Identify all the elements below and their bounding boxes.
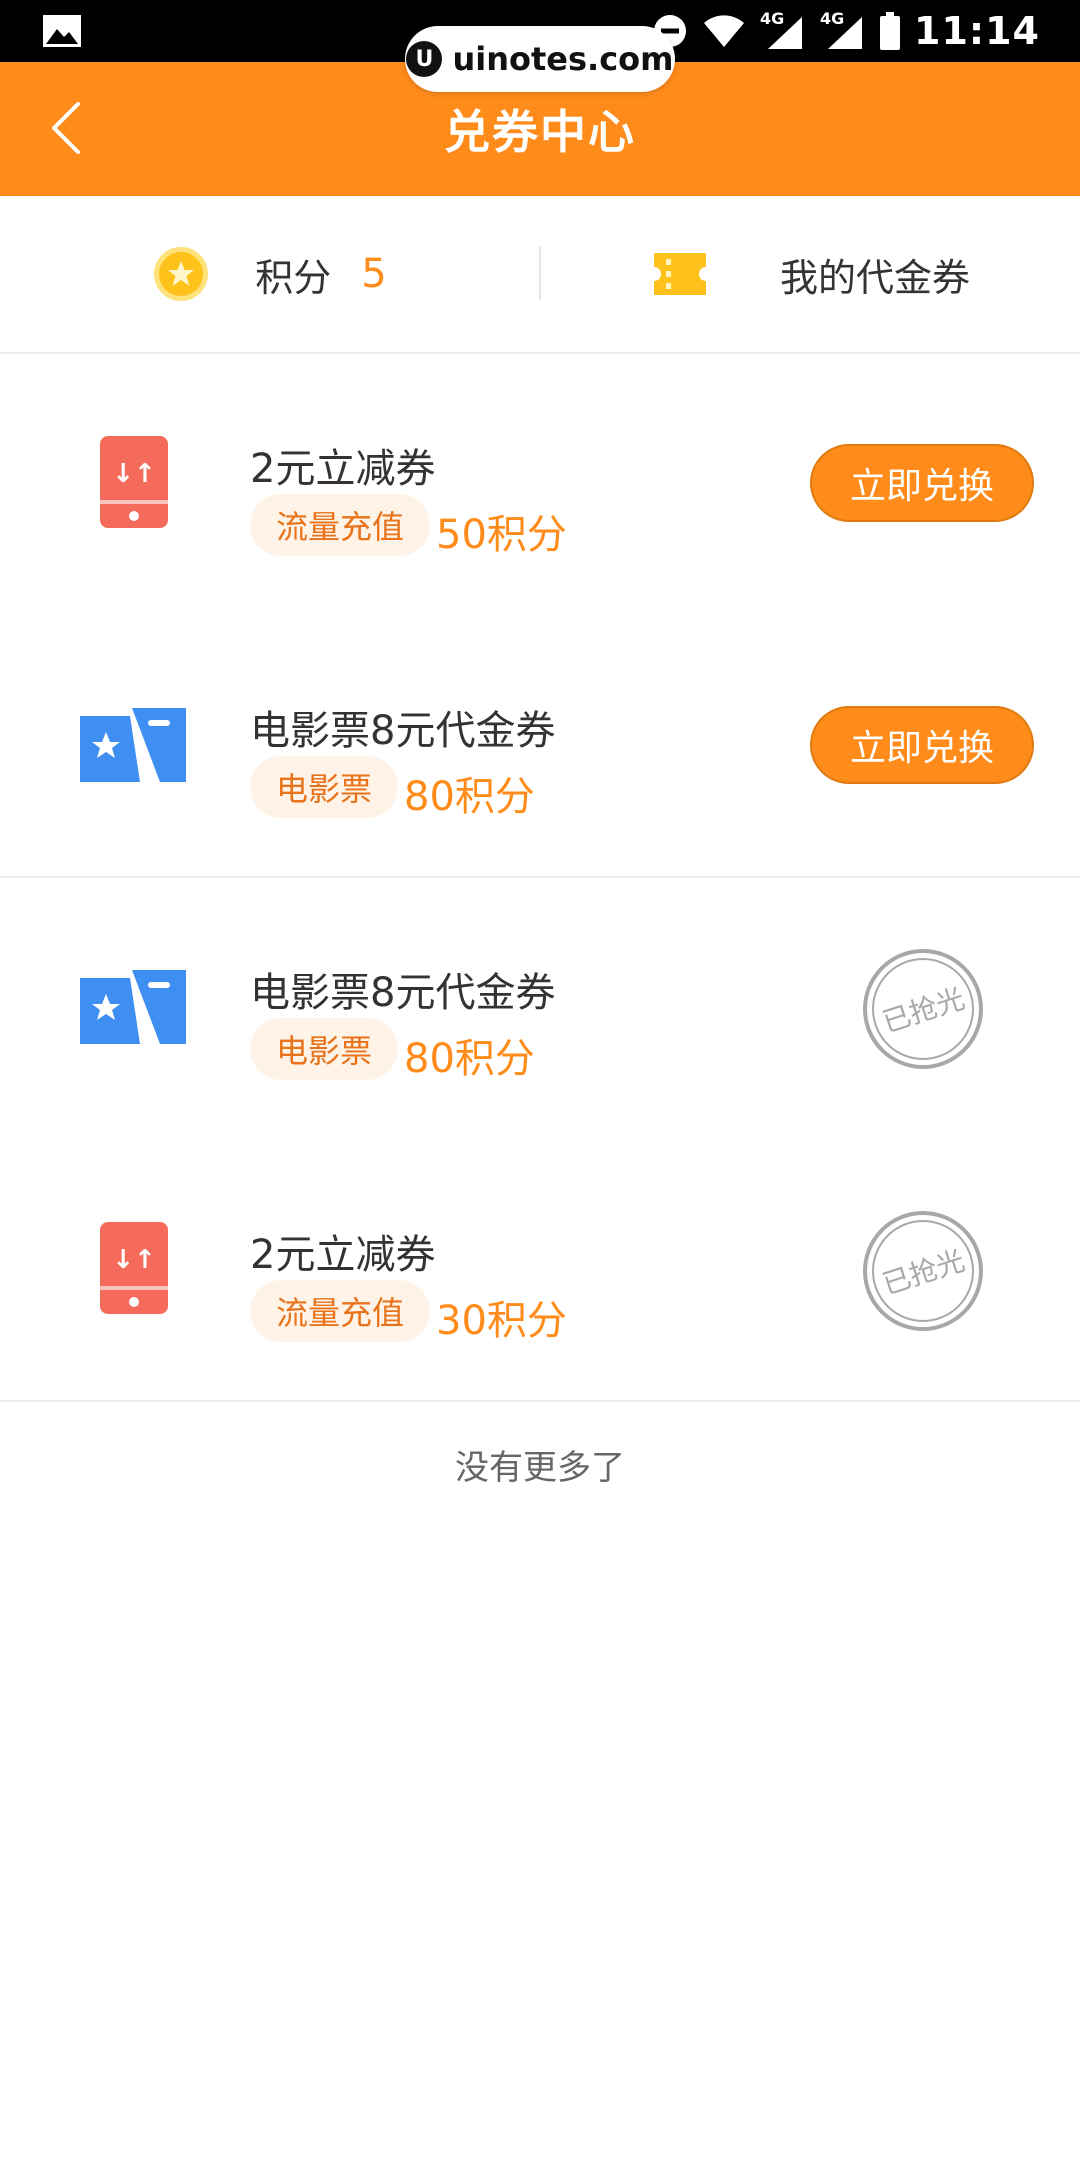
watermark-text: uinotes.com bbox=[452, 40, 674, 78]
coupon-title: 2元立减券 bbox=[250, 446, 436, 492]
watermark-logo-icon: U bbox=[406, 41, 443, 77]
phone-data-icon: ↓↑ bbox=[100, 436, 168, 528]
svg-text:↓↑: ↓↑ bbox=[112, 1245, 156, 1275]
no-more-text: 没有更多了 bbox=[455, 1448, 625, 1488]
coupon-category-tag: 电影票 bbox=[250, 1018, 399, 1080]
coupon-title: 电影票8元代金券 bbox=[250, 708, 556, 754]
coupon-title: 电影票8元代金券 bbox=[250, 970, 556, 1016]
cell-signal-2: 4G bbox=[820, 9, 866, 53]
points-balance: 积分 5 bbox=[0, 196, 540, 352]
coin-star-icon bbox=[154, 247, 209, 301]
sold-out-stamp-icon: 已抢光 bbox=[863, 1211, 983, 1331]
coupon-item: ↓↑ 2元立减券 流量充值 30积分 已抢光 bbox=[0, 1140, 1080, 1402]
movie-ticket-icon bbox=[80, 708, 186, 782]
clock: 11:14 bbox=[914, 9, 1040, 53]
coupon-item: 电影票8元代金券 电影票 80积分 立即兑换 bbox=[0, 616, 1080, 878]
my-vouchers-label: 我的代金券 bbox=[779, 255, 970, 300]
redeem-button[interactable]: 立即兑换 bbox=[810, 444, 1034, 522]
sold-out-label: 已抢光 bbox=[878, 982, 968, 1039]
coupon-category-tag: 电影票 bbox=[250, 756, 399, 818]
sold-out-label: 已抢光 bbox=[878, 1244, 968, 1301]
coupon-cost: 50积分 bbox=[436, 512, 567, 558]
coupon-item: ↓↑ 2元立减券 流量充值 50积分 立即兑换 bbox=[0, 354, 1080, 616]
cell-signal-1: 4G bbox=[760, 9, 806, 53]
ticket-icon bbox=[653, 253, 706, 295]
section-divider bbox=[0, 1400, 1080, 1402]
signal-icon bbox=[828, 17, 863, 49]
movie-ticket-icon bbox=[80, 970, 186, 1044]
sold-out-stamp-icon: 已抢光 bbox=[863, 949, 983, 1069]
status-icons: 4G 4G 11:14 bbox=[652, 0, 1040, 62]
coupon-item: 电影票8元代金券 电影票 80积分 已抢光 bbox=[0, 878, 1080, 1140]
coupon-cost: 80积分 bbox=[404, 1036, 535, 1082]
coupon-cost: 30积分 bbox=[436, 1298, 567, 1344]
phone-data-icon: ↓↑ bbox=[100, 1222, 168, 1314]
gallery-icon bbox=[43, 15, 81, 47]
points-value: 5 bbox=[361, 251, 387, 297]
redeem-button[interactable]: 立即兑换 bbox=[810, 706, 1034, 784]
coupon-cost: 80积分 bbox=[404, 774, 535, 820]
wifi-icon bbox=[704, 15, 745, 47]
my-vouchers-link[interactable]: 我的代金券 bbox=[540, 196, 1080, 352]
svg-text:↓↑: ↓↑ bbox=[112, 459, 156, 489]
coupon-center-page: 4G 4G 11:14 U uinotes.com 兑券中心 积分 5 我的代金… bbox=[0, 0, 1080, 2160]
coupon-category-tag: 流量充值 bbox=[250, 1280, 431, 1342]
watermark-badge: U uinotes.com bbox=[405, 26, 675, 92]
points-summary: 积分 5 我的代金券 bbox=[0, 196, 1080, 354]
points-label: 积分 bbox=[255, 255, 332, 300]
signal-icon bbox=[768, 17, 803, 49]
coupon-list: ↓↑ 2元立减券 流量充值 50积分 立即兑换 电影票8元代金券 电影票 80积… bbox=[0, 354, 1080, 1402]
battery-icon bbox=[880, 12, 901, 50]
coupon-category-tag: 流量充值 bbox=[250, 494, 431, 556]
coupon-title: 2元立减券 bbox=[250, 1232, 436, 1278]
